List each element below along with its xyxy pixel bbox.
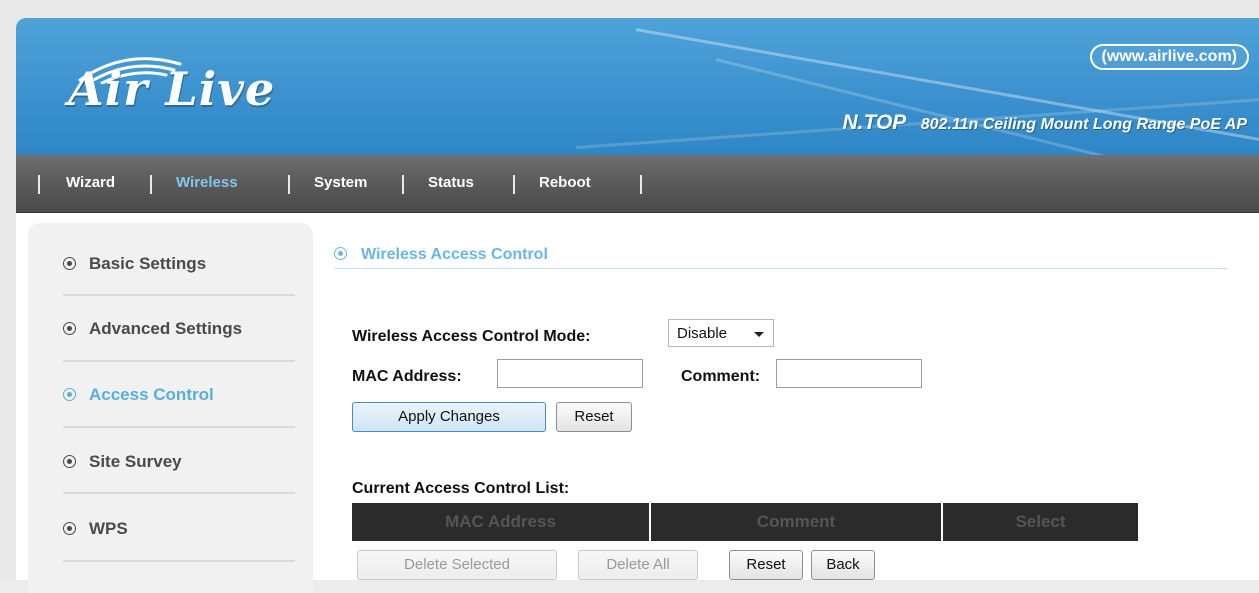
sidebar-item-label: Advanced Settings bbox=[89, 319, 243, 338]
sidebar-divider bbox=[63, 560, 295, 562]
nav-separator bbox=[150, 175, 152, 194]
nav-separator bbox=[288, 175, 290, 194]
delete-selected-button[interactable]: Delete Selected bbox=[357, 550, 557, 580]
nav-item-reboot[interactable]: Reboot bbox=[539, 174, 591, 191]
airlive-logo: Air Live bbox=[68, 62, 276, 116]
product-brand: N.TOP bbox=[842, 111, 907, 134]
sidebar-item-site-survey[interactable]: Site Survey bbox=[63, 452, 182, 472]
sidebar-item-access-control[interactable]: Access Control bbox=[63, 385, 214, 405]
top-nav: Wizard Wireless System Status Reboot bbox=[16, 155, 1259, 213]
sidebar-divider bbox=[63, 294, 295, 296]
section-title: Wireless Access Control bbox=[334, 246, 548, 264]
table-header-select: Select bbox=[943, 503, 1138, 541]
sidebar-divider bbox=[63, 492, 295, 494]
website-link[interactable]: (www.airlive.com) bbox=[1089, 44, 1249, 70]
mac-address-label: MAC Address: bbox=[352, 368, 462, 385]
access-mode-select[interactable]: Disable bbox=[668, 319, 774, 347]
section-divider bbox=[334, 268, 1227, 269]
table-header-comment: Comment bbox=[651, 503, 941, 541]
radio-bullet-icon bbox=[334, 247, 347, 260]
comment-label: Comment: bbox=[681, 368, 761, 385]
nav-separator bbox=[513, 175, 515, 194]
reset-button[interactable]: Reset bbox=[556, 402, 632, 432]
mac-address-input[interactable] bbox=[497, 359, 643, 388]
sidebar-item-wps[interactable]: WPS bbox=[63, 519, 128, 539]
nav-item-system[interactable]: System bbox=[314, 174, 367, 191]
nav-separator bbox=[402, 175, 404, 194]
radio-bullet-icon bbox=[63, 522, 76, 535]
nav-separator bbox=[38, 175, 40, 194]
sidebar-item-advanced-settings[interactable]: Advanced Settings bbox=[63, 319, 242, 339]
table-header-mac-address: MAC Address bbox=[352, 503, 649, 541]
access-mode-value: Disable bbox=[677, 325, 728, 342]
list-reset-button[interactable]: Reset bbox=[729, 550, 803, 580]
section-title-text: Wireless Access Control bbox=[361, 246, 548, 263]
browser-frame: Air Live (www.airlive.com) N.TOP 802.11n… bbox=[0, 0, 1259, 593]
nav-item-wireless[interactable]: Wireless bbox=[176, 174, 238, 191]
access-list-title: Current Access Control List: bbox=[352, 480, 570, 497]
sidebar-item-label: Access Control bbox=[89, 385, 214, 404]
radio-bullet-icon bbox=[63, 388, 76, 401]
sidebar-divider bbox=[63, 360, 295, 362]
sidebar-item-label: Basic Settings bbox=[89, 254, 207, 273]
apply-changes-button[interactable]: Apply Changes bbox=[352, 402, 546, 432]
radio-bullet-icon bbox=[63, 455, 76, 468]
sidebar-divider bbox=[63, 426, 295, 428]
chevron-down-icon bbox=[754, 332, 764, 337]
radio-bullet-icon bbox=[63, 257, 76, 270]
back-button[interactable]: Back bbox=[811, 550, 875, 580]
delete-all-button[interactable]: Delete All bbox=[578, 550, 698, 580]
sidebar-item-basic-settings[interactable]: Basic Settings bbox=[63, 254, 206, 274]
comment-input[interactable] bbox=[776, 359, 922, 388]
sidebar-item-label: Site Survey bbox=[89, 452, 182, 471]
sidebar: Basic Settings Advanced Settings Access … bbox=[28, 223, 313, 593]
sidebar-item-label: WPS bbox=[89, 519, 128, 538]
product-model: 802.11n Ceiling Mount Long Range PoE AP bbox=[920, 116, 1247, 133]
nav-item-status[interactable]: Status bbox=[428, 174, 474, 191]
header-banner: Air Live (www.airlive.com) N.TOP 802.11n… bbox=[16, 18, 1259, 155]
nav-item-wizard[interactable]: Wizard bbox=[66, 174, 115, 191]
radio-bullet-icon bbox=[63, 322, 76, 335]
product-title: N.TOP 802.11n Ceiling Mount Long Range P… bbox=[843, 111, 1248, 135]
access-mode-label: Wireless Access Control Mode: bbox=[352, 328, 591, 345]
nav-separator bbox=[640, 175, 642, 194]
